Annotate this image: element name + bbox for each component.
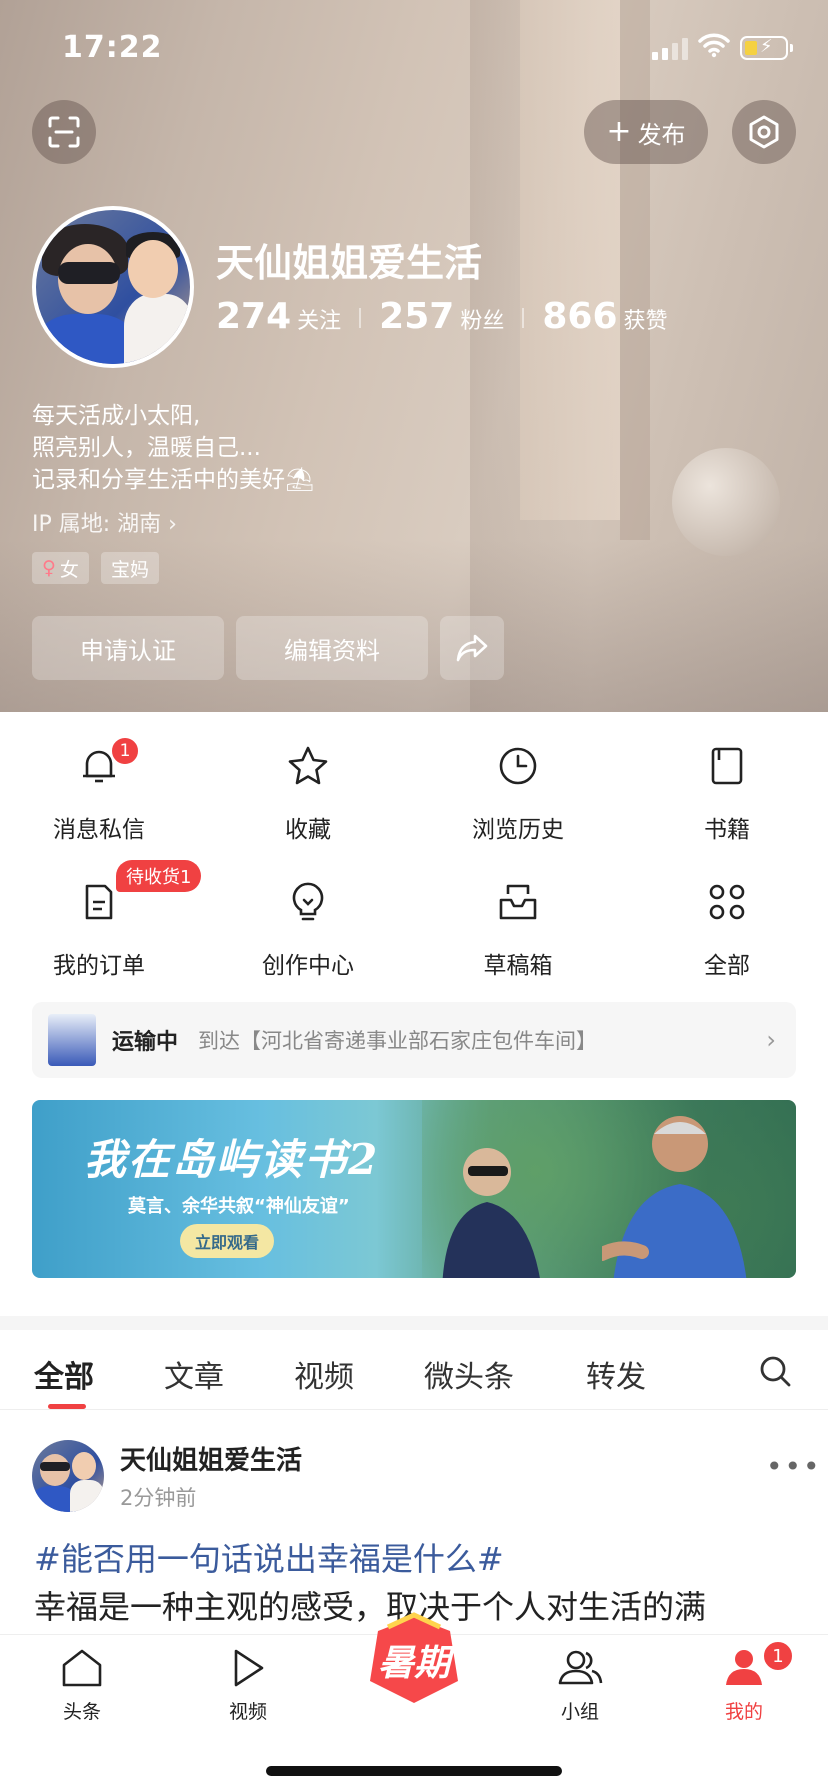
order-icon [85, 884, 113, 920]
shipping-detail: 到达【河北省寄递事业部石家庄包件车间】 [198, 1029, 598, 1053]
banner-watch-button[interactable]: 立即观看 [180, 1224, 274, 1258]
gear-icon [749, 115, 779, 149]
play-icon [234, 1649, 264, 1687]
nav-summer-promo[interactable]: 暑期 [358, 1611, 470, 1703]
nav-groups[interactable]: 小组 [530, 1647, 630, 1724]
decorative-ball [672, 448, 780, 556]
apply-verify-button[interactable]: 申请认证 [32, 616, 224, 680]
nav-home[interactable]: 头条 [32, 1647, 132, 1724]
mom-tag: 宝妈 [100, 552, 159, 584]
battery-icon: ⚡ [740, 36, 793, 60]
banner-title: 我在岛屿读书2 [84, 1135, 380, 1184]
share-button[interactable] [440, 616, 504, 680]
shortcut-creator-center[interactable]: 创作中心 [233, 874, 383, 980]
user-icon [726, 1650, 762, 1685]
tab-reposts[interactable]: 转发 [586, 1352, 646, 1396]
promo-banner[interactable]: 我在岛屿读书2 莫言、余华共叙“神仙友谊” 立即观看 [32, 1100, 796, 1278]
grid-icon [709, 884, 745, 920]
avatar[interactable] [32, 206, 194, 368]
chevron-right-icon: › [161, 512, 177, 537]
publish-label: 发布 [637, 120, 686, 149]
female-icon: ♀ [42, 557, 56, 579]
shortcut-favorites[interactable]: 收藏 [233, 738, 383, 844]
gender-tag: ♀ 女 [32, 552, 89, 584]
tab-articles[interactable]: 文章 [164, 1352, 224, 1396]
shipping-status-card[interactable]: 运输中 到达【河北省寄递事业部石家庄包件车间】 › [32, 1002, 796, 1078]
home-indicator [266, 1766, 562, 1776]
cell-signal-icon [652, 36, 688, 60]
product-thumbnail [48, 1014, 96, 1066]
content-tabs: 全部 文章 视频 微头条 转发 [0, 1330, 828, 1410]
shortcut-drafts[interactable]: 草稿箱 [443, 874, 593, 980]
status-bar: 17:22 ⚡ [0, 0, 828, 100]
status-time: 17:22 [62, 30, 163, 65]
tab-micro-posts[interactable]: 微头条 [424, 1352, 514, 1396]
post-author-avatar[interactable] [32, 1440, 104, 1512]
banner-person-illustration-2 [602, 1116, 747, 1278]
profile-stats: 274 关注 257 粉丝 866 获赞 [216, 296, 668, 337]
tab-all[interactable]: 全部 [34, 1352, 94, 1396]
plus-icon: + [606, 114, 632, 149]
nav-video[interactable]: 视频 [198, 1647, 298, 1724]
group-icon [558, 1650, 603, 1685]
shortcut-history[interactable]: 浏览历史 [443, 738, 593, 844]
messages-badge: 1 [110, 736, 140, 766]
me-badge: 1 [762, 1640, 794, 1672]
settings-button[interactable] [732, 100, 796, 164]
shortcut-books[interactable]: 书籍 [652, 738, 802, 844]
banner-person-illustration [442, 1148, 540, 1278]
wifi-icon [698, 33, 730, 58]
home-icon [62, 1649, 102, 1687]
scan-icon [48, 116, 80, 148]
ip-location[interactable]: IP 属地: 湖南 › [32, 506, 177, 538]
scan-button[interactable] [32, 100, 96, 164]
shipping-status: 运输中 [112, 1030, 179, 1055]
share-icon [456, 634, 488, 662]
likes-stat[interactable]: 866 获赞 [542, 296, 667, 337]
post-author-name[interactable]: 天仙姐姐爱生活 [120, 1440, 302, 1477]
shortcut-messages[interactable]: 1 消息私信 [24, 736, 174, 844]
following-stat[interactable]: 274 关注 [216, 296, 341, 337]
banner-subtitle: 莫言、余华共叙“神仙友谊” [128, 1196, 350, 1217]
search-icon[interactable] [758, 1354, 792, 1388]
publish-button[interactable]: + 发布 [584, 100, 708, 164]
profile-nickname: 天仙姐姐爱生活 [216, 241, 483, 285]
chevron-right-icon: › [766, 1026, 776, 1054]
edit-profile-button[interactable]: 编辑资料 [236, 616, 428, 680]
shortcut-orders[interactable]: 待收货1 我的订单 [24, 860, 202, 980]
star-icon [288, 746, 328, 785]
shortcut-all[interactable]: 全部 [652, 874, 802, 980]
summer-promo-icon: 暑期 [370, 1612, 458, 1703]
orders-badge: 待收货1 [116, 860, 202, 892]
fans-stat[interactable]: 257 粉丝 [379, 296, 504, 337]
bulb-icon [292, 882, 324, 921]
post-topic[interactable]: #能否用一句话说出幸福是什么# [34, 1534, 504, 1580]
profile-bio: 每天活成小太阳, 照亮别人，温暖自己... 记录和分享生活中的美好⛱ [32, 403, 315, 493]
svg-text:暑期: 暑期 [378, 1643, 456, 1684]
tab-videos[interactable]: 视频 [294, 1352, 354, 1396]
book-icon [711, 747, 743, 785]
profile-tags: ♀ 女 宝妈 [32, 552, 159, 584]
draft-icon [499, 884, 537, 920]
post-time: 2分钟前 [120, 1486, 197, 1510]
more-options-icon[interactable]: ••• [766, 1450, 822, 1483]
active-tab-indicator [48, 1404, 86, 1409]
clock-icon [499, 747, 537, 785]
